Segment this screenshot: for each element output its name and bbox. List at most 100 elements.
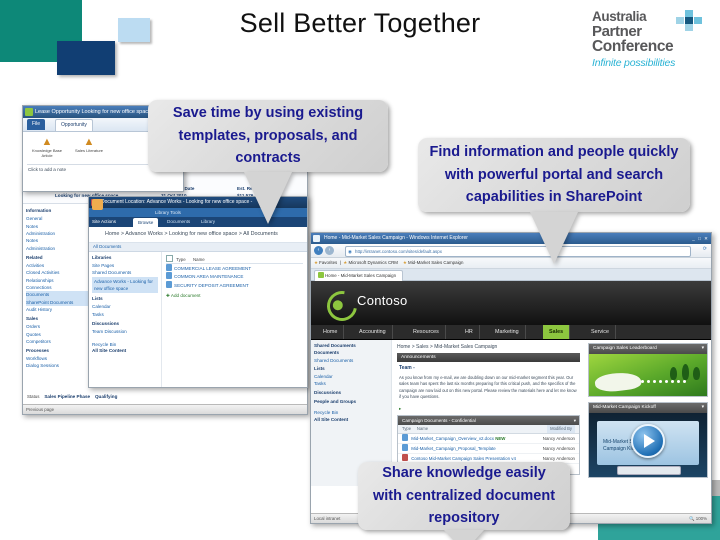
select-all-checkbox[interactable] [166, 255, 173, 262]
more-indicator[interactable]: ▸ [399, 406, 580, 412]
favorites-label[interactable]: Favorites [319, 260, 337, 265]
leaderboard-webpart[interactable]: Campaign Sales Leaderboard ▾ [588, 343, 708, 397]
list-item[interactable]: SECURITY DEPOSIT AGREEMENT [166, 280, 303, 289]
ribbon-tab-site-actions[interactable]: Site Actions [92, 217, 116, 227]
column-header-name[interactable]: Name [417, 426, 428, 431]
nav-item[interactable]: Discussions [92, 321, 158, 328]
address-bar[interactable]: ◉ http://intranet.contoso.com/sites/defa… [345, 246, 691, 257]
nav-item-hr[interactable]: HR [459, 325, 480, 339]
favorite-link[interactable]: Mid-Market Sales Campaign [408, 260, 463, 265]
nav-item-resources[interactable]: Resources [407, 325, 446, 339]
column-header-modified[interactable]: Modified By [547, 424, 575, 433]
ribbon-tab-opportunity[interactable]: Opportunity [55, 119, 93, 131]
sharepoint-window-title: Document Location: Advance Works - Looki… [101, 199, 253, 205]
favorites-bar[interactable]: ★ Favorites | ★ Microsoft Dynamics CRM ★… [311, 258, 711, 269]
webpart-menu-icon[interactable]: ▾ [702, 344, 704, 354]
ribbon-command[interactable]: ▲ Knowledge Base Article [31, 136, 63, 158]
video-webpart[interactable]: Mid-Market Campaign Kickoff ▾ Mid-Market… [588, 402, 708, 478]
sharepoint-quick-launch[interactable]: Libraries Site Pages Shared Documents Ad… [89, 252, 162, 387]
zoom-level[interactable]: 100% [696, 516, 707, 521]
nav-item[interactable]: Team Discussion [92, 328, 158, 335]
sidebar-item[interactable]: Shared Documents [314, 343, 388, 350]
ie-navigation-bar[interactable]: ‹ › ◉ http://intranet.contoso.com/sites/… [311, 244, 711, 258]
document-name[interactable]: Mid-Market_Campaign_Overview_v2.docx [411, 436, 494, 441]
sidebar-item[interactable]: Calendar [314, 373, 388, 380]
announcement-body: As you know from my e-mail, we are doubl… [399, 374, 577, 400]
doclist-columns[interactable]: Type Name Modified By [398, 424, 579, 434]
sidebar-item[interactable]: Tasks [314, 380, 388, 387]
nav-item-accounting[interactable]: Accounting [353, 325, 393, 339]
ribbon-command-label: Sales Literature [74, 148, 103, 153]
record-status-row: Status Sales Pipeline Phase Qualifying [27, 394, 117, 401]
table-row[interactable]: Mid-Market_Campaign_Overview_v2.docx NEW… [398, 433, 579, 444]
sidebar-item[interactable]: Discussions [314, 390, 388, 397]
list-item[interactable]: COMMON AREA MAINTENANCE [166, 272, 303, 280]
sidebar-item[interactable]: All Site Content [314, 417, 388, 424]
nav-item-service[interactable]: Service [585, 325, 616, 339]
play-button-icon[interactable] [631, 424, 665, 459]
ie-titlebar[interactable]: Home - Mid-Market Sales Campaign - Windo… [311, 233, 711, 244]
forward-icon[interactable]: › [325, 246, 334, 255]
back-icon[interactable]: ‹ [314, 246, 323, 255]
webpart-menu-icon[interactable]: ▾ [574, 416, 576, 425]
nav-item[interactable]: Shared Documents [92, 269, 158, 276]
nav-item-marketing[interactable]: Marketing [489, 325, 526, 339]
sidebar-item[interactable]: Recycle Bin [314, 409, 388, 416]
column-header-type[interactable]: Type [402, 426, 411, 431]
sharepoint-document-list[interactable]: Type Name COMMERCIAL LEASE AGREEMENT COM… [162, 252, 307, 387]
logo-line-3: Conference [592, 37, 674, 55]
sharepoint-breadcrumb: Home > Advance Works > Looking for new o… [89, 199, 307, 243]
favorite-link[interactable]: Microsoft Dynamics CRM [348, 260, 398, 265]
status-right: Qualifying [94, 394, 118, 400]
sidebar-item[interactable]: Documents [314, 350, 388, 357]
ribbon-tab-file[interactable]: File [27, 119, 46, 130]
library-tools-label: Library Tools [155, 210, 181, 215]
window-controls[interactable]: _ □ ✕ [692, 233, 709, 244]
sharepoint-view-bar[interactable]: All Documents [89, 243, 307, 252]
contoso-brand-name: Contoso [357, 293, 408, 308]
document-name[interactable]: COMMERCIAL LEASE AGREEMENT [174, 266, 251, 271]
list-header-row: Type Name [166, 255, 303, 264]
browser-tab[interactable]: Home - Mid-Market Sales Campaign [314, 270, 404, 281]
nav-item[interactable]: Tasks [92, 311, 158, 318]
ribbon-command[interactable]: ▲ Sales Literature [73, 136, 105, 158]
nav-item[interactable]: Libraries [92, 255, 158, 262]
sidebar-item[interactable]: Shared Documents [314, 357, 388, 364]
callout-tail [244, 172, 292, 224]
ribbon-tab-browse[interactable]: Browse [133, 218, 159, 227]
nav-item[interactable]: Site Pages [92, 262, 158, 269]
video-player[interactable]: Mid-Market Sales Campaign Kickoff [589, 413, 707, 477]
document-name[interactable]: Contoso Mid-Market Campaign Sales Presen… [411, 456, 516, 461]
logo-mark-icon [676, 10, 702, 32]
nav-item-home[interactable]: Home [317, 325, 345, 339]
status-left: Status [27, 394, 40, 400]
column-header-name[interactable]: Name [193, 257, 205, 262]
status-mid: Sales Pipeline Phase [44, 394, 91, 400]
video-control-bar[interactable] [617, 466, 681, 475]
tab-label: Home - Mid-Market Sales Campaign [325, 273, 397, 278]
nav-item[interactable]: Calendar [92, 303, 158, 310]
sidebar-item[interactable]: Lists [314, 366, 388, 373]
ie-tab-strip[interactable]: Home - Mid-Market Sales Campaign [311, 269, 711, 281]
sharepoint-document-window[interactable]: Document Location: Advance Works - Looki… [88, 196, 308, 388]
table-row[interactable]: Mid-Market_Campaign_Proposal_Template Na… [398, 443, 579, 454]
webpart-menu-icon[interactable]: ▾ [702, 403, 704, 413]
contoso-top-navigation[interactable]: Home Accounting Resources HR Marketing S… [311, 325, 711, 340]
ribbon-tab-documents[interactable]: Documents [167, 217, 190, 227]
nav-item[interactable]: All Site Content [92, 348, 158, 355]
refresh-icon[interactable]: ⟳ [703, 246, 707, 252]
sidebar-item[interactable]: People and Groups [314, 399, 388, 406]
nav-item[interactable]: Lists [92, 296, 158, 303]
list-item[interactable]: COMMERCIAL LEASE AGREEMENT [166, 264, 303, 272]
document-name[interactable]: SECURITY DEPOSIT AGREEMENT [174, 283, 249, 288]
nav-item-selected[interactable]: Advance Works - Looking for new office s… [92, 276, 158, 294]
ribbon-tab-library[interactable]: Library [201, 217, 215, 227]
nav-item[interactable]: Recycle Bin [92, 341, 158, 348]
zoom-icon[interactable]: 🔍 [689, 516, 694, 521]
document-name[interactable]: COMMON AREA MAINTENANCE [174, 274, 243, 279]
add-document-link[interactable]: ✚ Add document [166, 292, 303, 299]
column-header-type[interactable]: Type [176, 257, 186, 262]
document-name[interactable]: Mid-Market_Campaign_Proposal_Template [411, 446, 495, 451]
document-icon [166, 264, 172, 271]
nav-item-sales[interactable]: Sales [543, 325, 571, 339]
